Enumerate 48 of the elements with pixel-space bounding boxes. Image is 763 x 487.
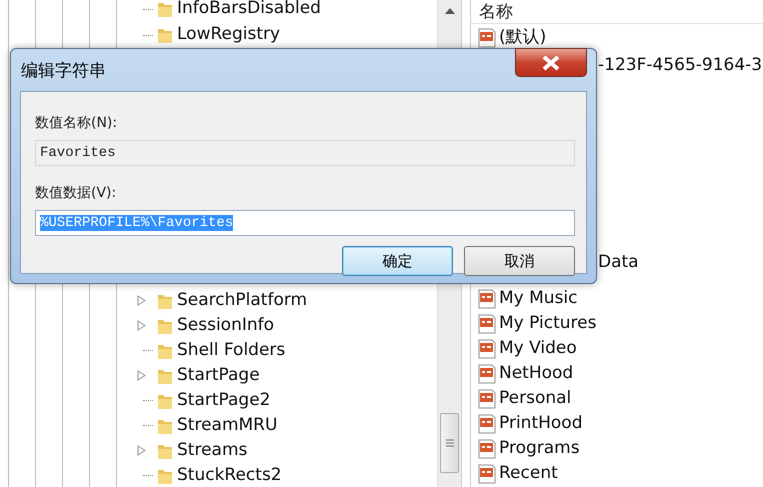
expand-arrow-icon[interactable]	[137, 320, 146, 331]
column-header[interactable]: 名称	[471, 0, 763, 24]
close-icon	[540, 54, 562, 70]
string-value-icon	[477, 312, 497, 334]
tree-item[interactable]: StartPage2	[177, 388, 270, 414]
ok-button[interactable]: 确定	[342, 246, 453, 276]
value-name[interactable]: Data	[598, 250, 639, 276]
string-value-icon	[477, 288, 497, 310]
string-value-icon	[477, 338, 497, 360]
scroll-up-icon[interactable]	[445, 8, 455, 14]
tree-item[interactable]: SearchPlatform	[177, 288, 308, 314]
tree-item[interactable]: Shell Folders	[177, 338, 286, 364]
field-label: 数值数据(V):	[35, 184, 116, 203]
name-field[interactable]: Favorites	[35, 140, 575, 166]
dialog-title: 编辑字符串	[21, 60, 106, 83]
value-name[interactable]: My Video	[499, 336, 577, 362]
string-value-icon	[477, 412, 497, 434]
folder-icon	[157, 0, 173, 18]
string-value-icon	[477, 388, 497, 410]
value-name[interactable]: Programs	[499, 436, 580, 462]
tree-item[interactable]: StreamMRU	[177, 412, 278, 438]
value-name[interactable]: NetHood	[499, 360, 574, 386]
expand-arrow-icon[interactable]	[137, 370, 146, 381]
scroll-thumb[interactable]	[440, 413, 459, 473]
tree-item[interactable]: StuckRects2	[177, 462, 282, 487]
tree-item[interactable]: StartPage	[177, 362, 260, 388]
value-name[interactable]: My Music	[499, 286, 578, 312]
tree-item[interactable]: Streams	[177, 438, 248, 464]
string-value-icon	[477, 27, 497, 49]
string-value-icon	[477, 362, 497, 384]
value-name[interactable]: PrintHood	[499, 410, 582, 436]
string-value-icon	[477, 462, 497, 484]
expand-arrow-icon[interactable]	[137, 295, 146, 306]
value-name[interactable]: Recent	[499, 460, 558, 486]
grip-icon	[446, 439, 454, 447]
value-name[interactable]: Personal	[499, 386, 572, 412]
tree-item[interactable]: InfoBarsDisabled	[177, 0, 321, 22]
expand-arrow-icon[interactable]	[137, 445, 146, 456]
value-name[interactable]: My Pictures	[499, 310, 596, 336]
folder-icon	[157, 26, 173, 44]
cancel-button[interactable]: 取消	[464, 246, 575, 276]
value-name[interactable]: (默认)	[499, 25, 546, 51]
close-button[interactable]	[515, 48, 587, 77]
field-label: 数值名称(N):	[35, 114, 118, 133]
tree-item[interactable]: LowRegistry	[177, 22, 280, 48]
tree-item[interactable]: SessionInfo	[177, 312, 274, 338]
value-name[interactable]: -123F-4565-9164-3	[598, 53, 762, 79]
string-value-icon	[477, 438, 497, 460]
